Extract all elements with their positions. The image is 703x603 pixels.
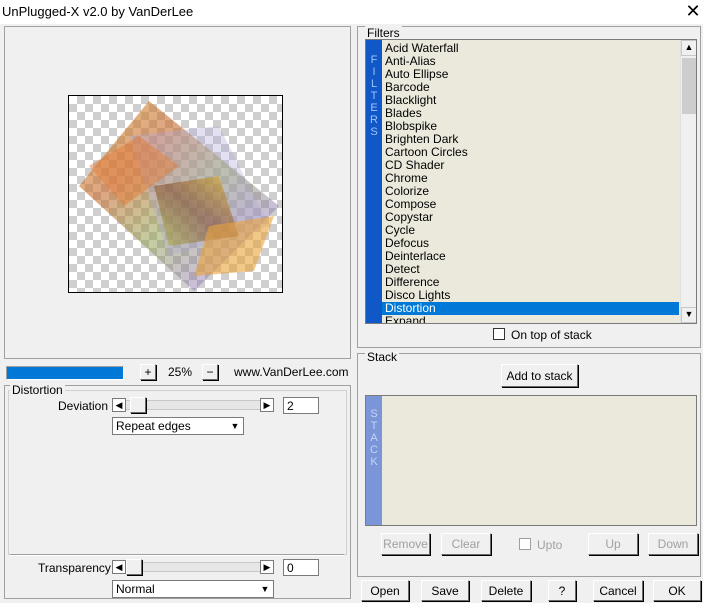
chevron-down-icon[interactable]: ▼ (227, 418, 243, 434)
vertical-letter: T (370, 420, 378, 432)
zoom-value: 25% (168, 365, 193, 379)
preview-image (79, 101, 279, 291)
vertical-letter: E (370, 102, 378, 114)
move-up-button[interactable]: Up (588, 533, 638, 555)
progress-fill (7, 367, 123, 379)
vertical-letter: L (370, 78, 378, 90)
preview-canvas[interactable] (68, 95, 283, 293)
cancel-button[interactable]: Cancel (593, 580, 643, 601)
close-icon[interactable]: ✕ (684, 2, 702, 20)
stack-group-title: Stack (365, 350, 400, 364)
filter-item[interactable]: Blacklight (382, 94, 679, 107)
delete-button[interactable]: Delete (481, 580, 531, 601)
remove-button[interactable]: Remove (381, 533, 430, 555)
open-button[interactable]: Open (361, 580, 409, 601)
scroll-up-icon[interactable]: ▲ (681, 40, 696, 56)
filters-group-title: Filters (365, 26, 402, 40)
vertical-letter: R (370, 114, 378, 126)
transparency-label: Transparency (38, 561, 111, 575)
filters-scrollbar[interactable]: ▲ ▼ (680, 40, 696, 323)
on-top-checkbox[interactable] (493, 328, 505, 340)
vertical-letter: S (370, 408, 378, 420)
blend-mode-value: Normal (116, 582, 155, 596)
vertical-letter: S (370, 126, 378, 138)
deviation-slider-thumb[interactable] (130, 397, 146, 413)
params-group-title: Distortion (10, 383, 65, 397)
stack-vertical-label: STACK (366, 396, 382, 525)
transparency-slider[interactable] (126, 562, 260, 572)
blend-mode-select[interactable]: Normal (112, 580, 274, 598)
filters-vertical-label: FILTERS (366, 40, 382, 323)
transparency-decrease-button[interactable]: ◀ (112, 560, 126, 574)
deviation-slider[interactable] (126, 400, 260, 410)
abstract-shape (79, 101, 279, 291)
vertical-letter: F (370, 54, 378, 66)
transparency-increase-button[interactable]: ▶ (260, 560, 274, 574)
vertical-letter: C (370, 444, 378, 456)
upto-label[interactable]: Upto (537, 538, 562, 552)
help-button[interactable]: ? (548, 580, 576, 601)
save-button[interactable]: Save (421, 580, 469, 601)
divider (10, 554, 344, 556)
zoom-out-button[interactable]: − (202, 364, 218, 380)
filters-list[interactable]: FILTERS Acid Waterfall Anti-Alias Auto Ell… (365, 39, 697, 324)
filters-scroll-thumb[interactable] (682, 58, 696, 114)
vertical-letter: T (370, 90, 378, 102)
chevron-down-icon[interactable]: ▼ (257, 581, 273, 597)
move-down-button[interactable]: Down (648, 533, 698, 555)
edge-mode-select[interactable]: Repeat edges (112, 417, 244, 435)
add-to-stack-button[interactable]: Add to stack (501, 364, 578, 387)
website-link[interactable]: www.VanDerLee.com (234, 365, 349, 379)
upto-checkbox[interactable] (519, 538, 531, 550)
on-top-label[interactable]: On top of stack (511, 328, 592, 342)
ok-button[interactable]: OK (653, 580, 701, 601)
progress-bar (6, 366, 124, 380)
transparency-slider-thumb[interactable] (126, 559, 142, 575)
filter-item[interactable]: Copystar (382, 211, 679, 224)
filter-item[interactable]: Expand (382, 315, 679, 324)
window-title: UnPlugged-X v2.0 by VanDerLee (2, 4, 194, 19)
vertical-letter: A (370, 432, 378, 444)
deviation-increase-button[interactable]: ▶ (260, 398, 274, 412)
filter-item[interactable]: Deinterlace (382, 250, 679, 263)
scroll-down-icon[interactable]: ▼ (681, 307, 696, 323)
filters-items: Acid Waterfall Anti-Alias Auto Ellipse Barc… (382, 42, 679, 324)
filter-item[interactable]: Distortion (382, 302, 679, 315)
stack-list[interactable]: STACK (365, 395, 697, 526)
params-group (8, 390, 347, 555)
clear-button[interactable]: Clear (441, 533, 491, 555)
deviation-decrease-button[interactable]: ◀ (112, 398, 126, 412)
deviation-value-field[interactable]: 2 (283, 397, 319, 414)
edge-mode-value: Repeat edges (116, 419, 191, 433)
vertical-letter: I (372, 66, 376, 78)
deviation-label: Deviation (58, 399, 109, 413)
vertical-letter: K (370, 456, 378, 468)
transparency-value-field[interactable]: 0 (283, 559, 319, 576)
zoom-in-button[interactable]: + (140, 364, 156, 380)
